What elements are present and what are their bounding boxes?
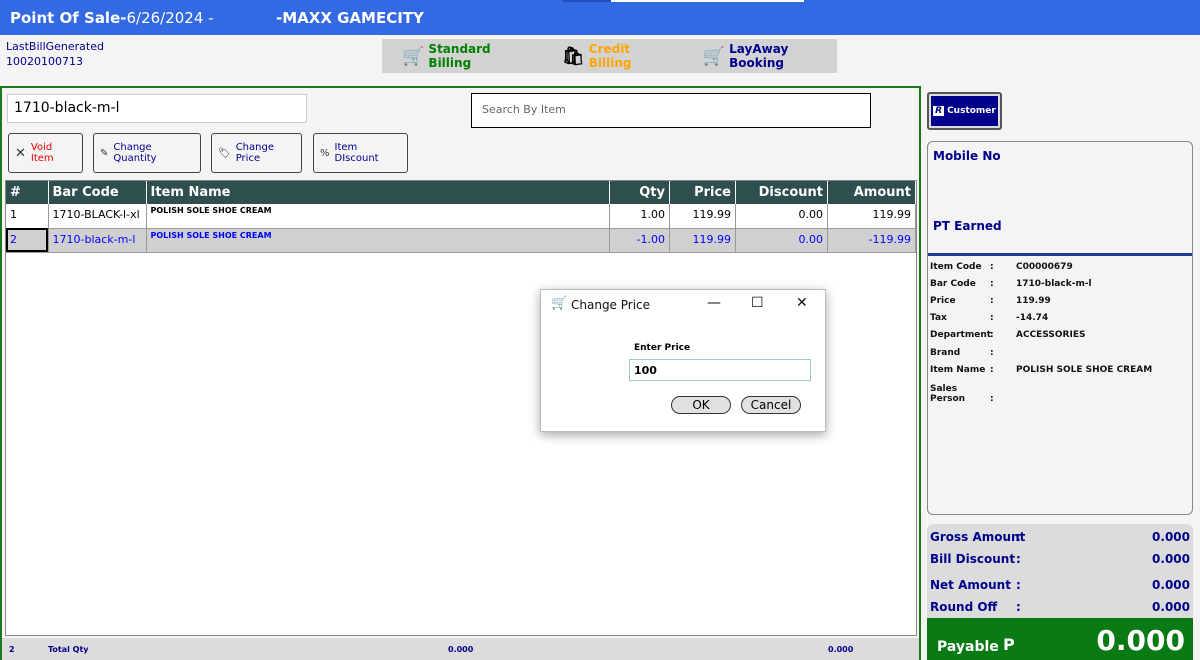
grid-header: # Bar Code Item Name Qty Price Discount … — [6, 181, 916, 204]
cart-icon: 🛒 — [551, 296, 568, 311]
app-title: Point Of Sale-6/26/2024 - — [10, 9, 214, 27]
cell-discount: 0.00 — [735, 204, 828, 229]
customer-logo-icon: R — [933, 106, 945, 116]
void-item-button[interactable]: ✕ Void Item — [8, 133, 83, 173]
col-amount[interactable]: Amount — [827, 181, 916, 204]
close-icon: ✕ — [15, 145, 26, 161]
total-qty-value: 0.000 — [448, 645, 474, 654]
detail-row: Brand: — [930, 348, 994, 358]
cell-barcode: 1710-black-m-l — [48, 228, 147, 253]
cancel-button[interactable]: Cancel — [741, 396, 801, 414]
cell-qty: 1.00 — [609, 204, 670, 229]
change-price-dialog: 🛒 Change Price — ☐ ✕ Enter Price OK Canc… — [540, 289, 826, 432]
price-input[interactable] — [629, 359, 811, 381]
item-discount-button[interactable]: % Item DIscount — [313, 133, 408, 173]
barcode-input[interactable]: 1710-black-m-l — [7, 94, 307, 123]
bill-totals: Gross Amount:0.000 Bill Discount:0.000 N… — [927, 524, 1193, 619]
detail-row: Bar Code:1710-black-m-l — [930, 279, 1092, 289]
detail-row: Price:119.99 — [930, 296, 1051, 306]
detail-row: Sales Person: — [930, 384, 994, 404]
billing-mode-bar: 🛒 Standard Billing 🛍 Credit Billing 🛒 LayAw… — [382, 39, 837, 73]
col-item-name[interactable]: Item Name — [146, 181, 610, 204]
totals-footer: 2 Total Qty 0.000 0.000 — [2, 638, 919, 660]
payable-label: Payable — [937, 639, 999, 655]
standard-billing-tab[interactable]: 🛒 Standard Billing — [402, 42, 528, 70]
price-tag-icon: 🏷 — [218, 147, 231, 159]
title-bar: Point Of Sale-6/26/2024 - -MAXX GAMECITY — [0, 0, 1200, 35]
detail-row: Item Code: C00000679 — [930, 262, 1073, 272]
table-row[interactable]: 1 1710-BLACK-l-xl POLISH SOLE SHOE CREAM… — [6, 204, 916, 229]
col-barcode[interactable]: Bar Code — [48, 181, 147, 204]
close-button[interactable]: ✕ — [796, 295, 808, 311]
cell-price: 119.99 — [669, 228, 736, 253]
credit-billing-tab[interactable]: 🛍 Credit Billing — [562, 42, 669, 70]
gross-amount-row: Gross Amount:0.000 — [930, 530, 1190, 544]
col-price[interactable]: Price — [669, 181, 736, 204]
total-amount-value: 0.000 — [828, 645, 854, 654]
cart-icon: 🛒 — [702, 45, 726, 67]
dialog-title: Change Price — [571, 298, 651, 312]
cart-icon: 🛒 — [402, 45, 425, 67]
divider — [928, 253, 1192, 256]
shopping-bag-icon: 🛍 — [561, 45, 585, 67]
col-index[interactable]: # — [6, 181, 49, 204]
cell-index: 2 — [6, 228, 49, 253]
change-price-button[interactable]: 🏷 Change Price — [211, 133, 302, 173]
cell-discount: 0.00 — [735, 228, 828, 253]
minimize-button[interactable]: — — [707, 295, 721, 311]
total-qty-label: Total Qty — [48, 645, 89, 654]
last-bill-number: 10020100713 — [6, 55, 83, 68]
last-bill: LastBillGenerated 10020100713 — [6, 39, 104, 69]
detail-row: Tax: -14.74 — [930, 313, 1049, 323]
maximize-button[interactable]: ☐ — [751, 295, 764, 311]
bill-discount-row: Bill Discount:0.000 — [930, 552, 1190, 566]
currency-symbol: P — [1003, 635, 1015, 654]
customer-info-panel: Mobile No PT Earned Item Code: C00000679 … — [927, 141, 1193, 515]
payable-bar: Payable P 0.000 — [927, 618, 1193, 660]
cell-price: 119.99 — [669, 204, 736, 229]
change-quantity-button[interactable]: ✎ Change Quantity — [93, 133, 201, 173]
cell-qty: -1.00 — [609, 228, 670, 253]
cell-item-name: POLISH SOLE SHOE CREAM — [146, 204, 610, 229]
cell-item-name: POLISH SOLE SHOE CREAM — [146, 228, 610, 253]
payable-amount: 0.000 — [1096, 624, 1185, 657]
discount-icon: % — [320, 147, 330, 159]
mobile-label: Mobile No — [933, 149, 1001, 163]
pencil-icon: ✎ — [100, 147, 109, 159]
net-amount-row: Net Amount:0.000 — [930, 578, 1190, 592]
item-count: 2 — [9, 645, 15, 654]
cell-barcode: 1710-BLACK-l-xl — [48, 204, 147, 229]
table-row[interactable]: 2 1710-black-m-l POLISH SOLE SHOE CREAM … — [6, 228, 916, 253]
col-qty[interactable]: Qty — [609, 181, 670, 204]
cell-amount: -119.99 — [827, 228, 916, 253]
cell-amount: 119.99 — [827, 204, 916, 229]
detail-row: Department: ACCESSORIES — [930, 330, 1086, 340]
round-off-row: Round Off:0.000 — [930, 600, 1190, 614]
ok-button[interactable]: OK — [671, 396, 731, 414]
search-item-input[interactable]: Search By Item — [471, 93, 871, 128]
customer-button[interactable]: R Customer — [927, 92, 1002, 130]
enter-price-label: Enter Price — [634, 343, 691, 353]
detail-row: Item Name: POLISH SOLE SHOE CREAM — [930, 365, 1153, 375]
last-bill-label: LastBillGenerated — [6, 40, 104, 53]
points-label: PT Earned — [933, 219, 1002, 233]
col-discount[interactable]: Discount — [735, 181, 828, 204]
layaway-booking-tab[interactable]: 🛒 LayAway Booking — [703, 42, 837, 70]
store-name: -MAXX GAMECITY — [276, 9, 424, 27]
cell-index: 1 — [6, 204, 49, 229]
